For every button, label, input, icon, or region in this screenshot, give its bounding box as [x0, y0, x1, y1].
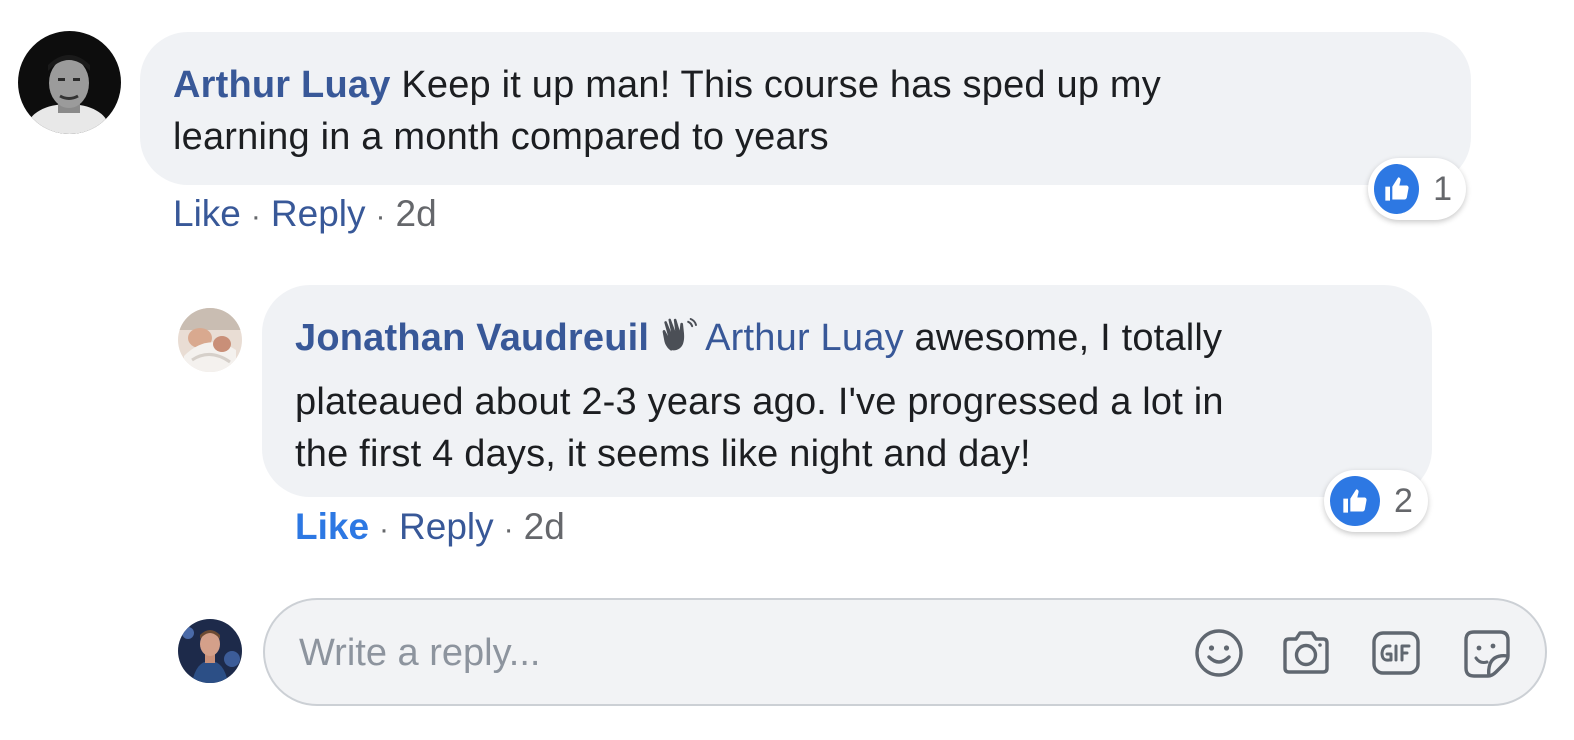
smiley-icon[interactable] — [1192, 626, 1246, 680]
like-reaction-icon — [1330, 476, 1380, 526]
avatar-arthur-luay[interactable] — [18, 31, 121, 134]
reply-reaction-count: 2 — [1394, 481, 1413, 520]
avatar-jonathan-vaudreuil[interactable] — [178, 308, 242, 372]
comment-line-1: Arthur Luay Keep it up man! This course … — [173, 59, 1441, 111]
comment-reaction-summary[interactable]: 1 — [1368, 158, 1466, 220]
reply-mention-link[interactable]: Arthur Luay — [705, 317, 904, 359]
separator-dot: · — [250, 200, 261, 233]
comment-actions: Like · Reply · 2d — [173, 192, 437, 239]
comment-reply-link[interactable]: Reply — [271, 193, 366, 234]
comment-text: Keep it up man! This course has sped up … — [401, 64, 1161, 106]
reply-text-line-2: plateaued about 2-3 years ago. I've prog… — [295, 381, 1224, 423]
reply-line-1: Jonathan Vaudreuil Arthur Luay awesome, I… — [295, 312, 1402, 370]
reply-reaction-summary[interactable]: 2 — [1324, 470, 1428, 532]
reply-composer — [263, 598, 1547, 706]
reply-author-link[interactable]: Jonathan Vaudreuil — [295, 317, 649, 359]
like-reaction-icon — [1374, 164, 1420, 214]
waving-hand-icon — [659, 316, 699, 370]
reply-actions: Like · Reply · 2d — [295, 505, 565, 552]
comment-timestamp[interactable]: 2d — [396, 193, 437, 234]
sticker-icon[interactable] — [1460, 626, 1514, 680]
separator-dot: · — [375, 200, 386, 233]
comment-thread: Arthur Luay Keep it up man! This course … — [0, 0, 1574, 740]
comment-reaction-count: 1 — [1433, 169, 1452, 208]
current-user-avatar[interactable] — [178, 619, 242, 683]
camera-icon[interactable] — [1279, 626, 1333, 680]
reply-like-link[interactable]: Like — [295, 506, 369, 547]
reply-text: awesome, I totally — [914, 317, 1223, 359]
separator-dot: · — [379, 513, 390, 546]
comment-author-link[interactable]: Arthur Luay — [173, 64, 391, 106]
reply-input[interactable] — [297, 620, 1161, 686]
reply-timestamp[interactable]: 2d — [524, 506, 565, 547]
comment-bubble: Arthur Luay Keep it up man! This course … — [140, 32, 1471, 185]
gif-icon[interactable] — [1369, 626, 1423, 680]
reply-text-line-3: the first 4 days, it seems like night an… — [295, 433, 1031, 475]
reply-reply-link[interactable]: Reply — [399, 506, 494, 547]
separator-dot: · — [503, 513, 514, 546]
comment-like-link[interactable]: Like — [173, 193, 241, 234]
reply-bubble: Jonathan Vaudreuil Arthur Luay awesome, I… — [262, 285, 1432, 497]
comment-text-line-2: learning in a month compared to years — [173, 116, 829, 158]
